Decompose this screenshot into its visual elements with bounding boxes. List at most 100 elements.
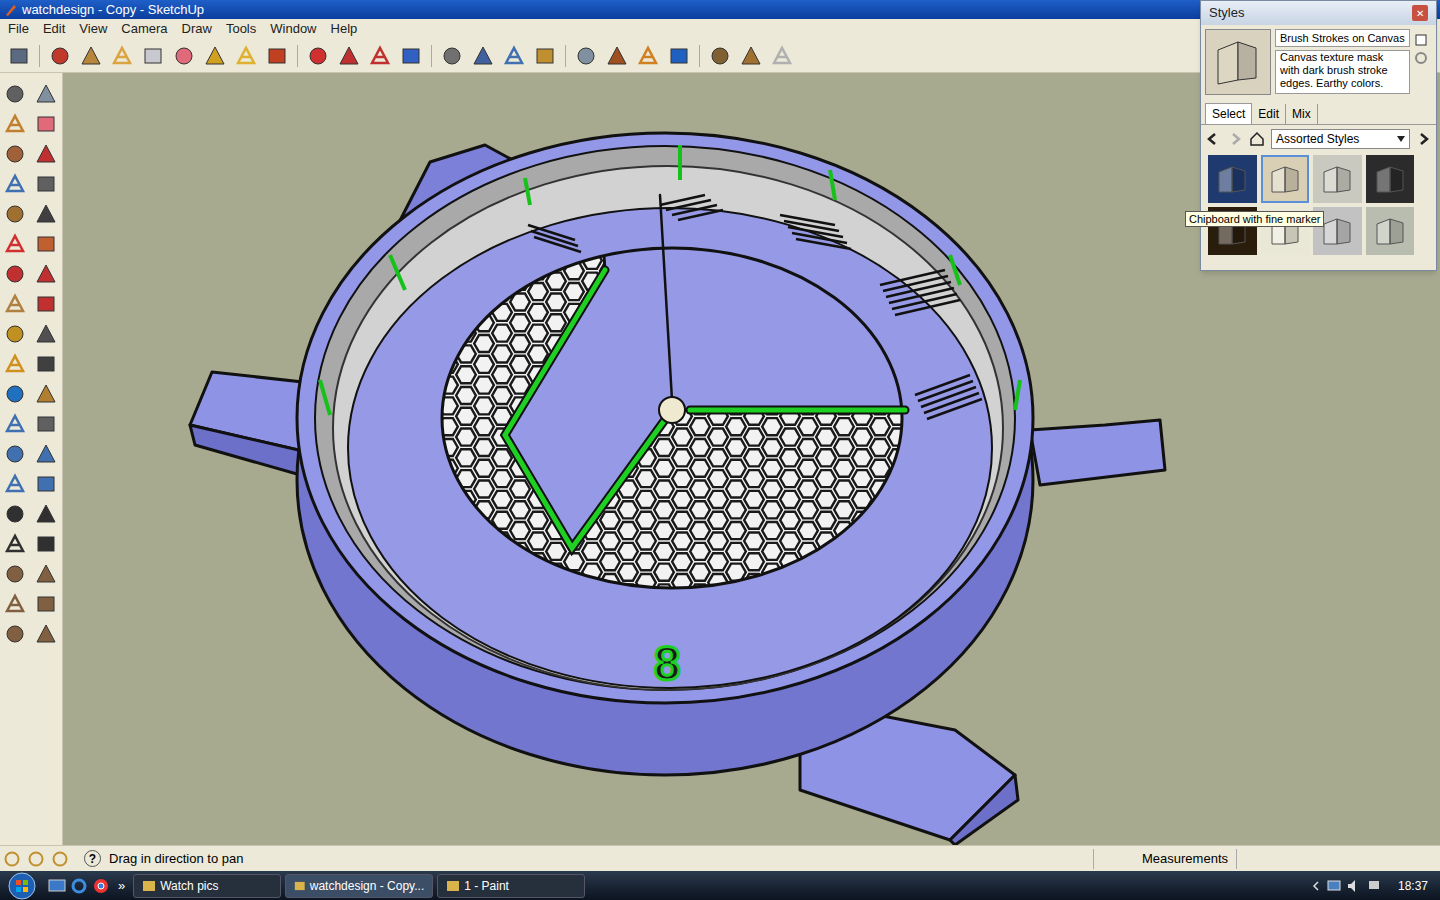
style-thumbnail[interactable] — [1208, 155, 1257, 203]
tool-icon[interactable] — [35, 443, 57, 465]
styles-tab[interactable]: Mix — [1286, 104, 1318, 124]
style-thumbnail[interactable] — [1366, 155, 1415, 203]
tool-icon[interactable] — [35, 83, 57, 105]
status-info-icon[interactable] — [28, 851, 44, 867]
taskbar-item[interactable]: Watch pics — [133, 874, 281, 898]
tool-icon[interactable] — [4, 233, 26, 255]
tool-icon[interactable] — [4, 533, 26, 555]
start-button[interactable] — [0, 871, 44, 900]
tool-icon[interactable] — [35, 173, 57, 195]
tool-icon[interactable] — [441, 45, 463, 67]
tool-icon[interactable] — [266, 45, 288, 67]
tool-icon[interactable] — [4, 353, 26, 375]
tool-icon[interactable] — [4, 203, 26, 225]
menu-item[interactable]: Draw — [182, 19, 212, 39]
style-name-field[interactable]: Brush Strokes on Canvas — [1275, 29, 1410, 47]
style-thumbnail[interactable] — [1261, 155, 1310, 203]
tool-icon[interactable] — [35, 323, 57, 345]
style-thumbnail[interactable] — [1366, 207, 1415, 255]
ie-icon[interactable] — [70, 877, 88, 895]
tool-icon[interactable] — [8, 45, 30, 67]
forward-icon[interactable] — [1227, 131, 1243, 147]
tool-icon[interactable] — [35, 353, 57, 375]
tool-icon[interactable] — [4, 323, 26, 345]
tool-icon[interactable] — [4, 173, 26, 195]
tool-icon[interactable] — [4, 503, 26, 525]
taskbar-item[interactable]: watchdesign - Copy... — [285, 874, 433, 898]
tool-icon[interactable] — [49, 45, 71, 67]
tool-icon[interactable] — [307, 45, 329, 67]
back-icon[interactable] — [1205, 131, 1221, 147]
tool-icon[interactable] — [4, 563, 26, 585]
tool-icon[interactable] — [534, 45, 556, 67]
tool-icon[interactable] — [4, 383, 26, 405]
tool-icon[interactable] — [4, 143, 26, 165]
menu-item[interactable]: Window — [270, 19, 316, 39]
tool-icon[interactable] — [4, 443, 26, 465]
tool-icon[interactable] — [80, 45, 102, 67]
collection-dropdown[interactable]: Assorted Styles — [1271, 129, 1410, 149]
tool-icon[interactable] — [4, 413, 26, 435]
help-button[interactable]: ? — [84, 850, 101, 867]
tool-icon[interactable] — [142, 45, 164, 67]
tool-icon[interactable] — [4, 113, 26, 135]
styles-tab[interactable]: Edit — [1252, 104, 1286, 124]
menu-item[interactable]: Edit — [43, 19, 65, 39]
tool-icon[interactable] — [35, 263, 57, 285]
menu-item[interactable]: Help — [331, 19, 358, 39]
watch-hands[interactable] — [505, 195, 905, 548]
tool-icon[interactable] — [637, 45, 659, 67]
tool-icon[interactable] — [35, 473, 57, 495]
update-style-icon[interactable] — [1414, 51, 1428, 65]
style-thumbnail[interactable] — [1313, 155, 1362, 203]
tool-icon[interactable] — [35, 113, 57, 135]
home-icon[interactable] — [1249, 131, 1265, 147]
volume-icon[interactable] — [1346, 878, 1362, 894]
tool-icon[interactable] — [4, 263, 26, 285]
measurements-field[interactable] — [1236, 849, 1436, 869]
taskbar-item[interactable]: 1 - Paint — [437, 874, 585, 898]
styles-tab[interactable]: Select — [1205, 103, 1252, 124]
style-description-field[interactable]: Canvas texture mask with dark brush stro… — [1275, 50, 1410, 94]
close-button[interactable]: ✕ — [1412, 5, 1428, 21]
styles-panel[interactable]: Styles✕Brush Strokes on CanvasCanvas tex… — [1200, 0, 1437, 271]
tool-icon[interactable] — [709, 45, 731, 67]
menu-item[interactable]: Camera — [121, 19, 167, 39]
tool-icon[interactable] — [35, 143, 57, 165]
tool-icon[interactable] — [4, 623, 26, 645]
quicklaunch-chevron[interactable]: » — [114, 876, 129, 896]
show-desktop-icon[interactable] — [48, 878, 66, 894]
tool-icon[interactable] — [35, 623, 57, 645]
tool-icon[interactable] — [35, 233, 57, 255]
tool-icon[interactable] — [35, 383, 57, 405]
status-info-icon[interactable] — [4, 851, 20, 867]
tool-icon[interactable] — [575, 45, 597, 67]
tool-icon[interactable] — [503, 45, 525, 67]
tool-icon[interactable] — [4, 293, 26, 315]
tool-icon[interactable] — [204, 45, 226, 67]
tool-icon[interactable] — [338, 45, 360, 67]
menu-item[interactable]: Tools — [226, 19, 256, 39]
tool-icon[interactable] — [369, 45, 391, 67]
tool-icon[interactable] — [35, 563, 57, 585]
tool-icon[interactable] — [4, 593, 26, 615]
tool-icon[interactable] — [35, 593, 57, 615]
tool-icon[interactable] — [606, 45, 628, 67]
network-icon[interactable] — [1326, 878, 1342, 894]
tool-icon[interactable] — [771, 45, 793, 67]
tool-icon[interactable] — [35, 203, 57, 225]
tool-icon[interactable] — [35, 413, 57, 435]
tool-icon[interactable] — [4, 473, 26, 495]
create-style-icon[interactable] — [1414, 33, 1428, 47]
tool-icon[interactable] — [668, 45, 690, 67]
flag-icon[interactable] — [1366, 878, 1382, 894]
tool-icon[interactable] — [35, 293, 57, 315]
menu-item[interactable]: File — [8, 19, 29, 39]
menu-item[interactable]: View — [79, 19, 107, 39]
tool-icon[interactable] — [35, 533, 57, 555]
chrome-icon[interactable] — [92, 877, 110, 895]
tool-icon[interactable] — [35, 503, 57, 525]
status-info-icon[interactable] — [52, 851, 68, 867]
details-icon[interactable] — [1416, 131, 1432, 147]
tool-icon[interactable] — [4, 83, 26, 105]
